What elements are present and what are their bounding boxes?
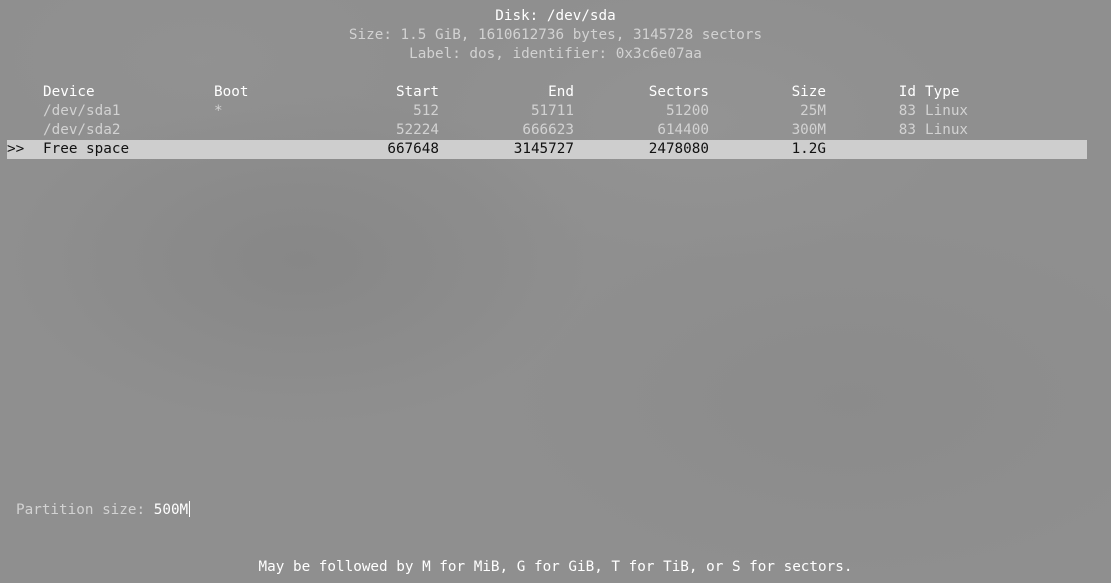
column-header-start: Start — [395, 84, 439, 100]
column-header-id: Id — [898, 84, 916, 100]
disk-label-info: Label: dos, identifier: 0x3c6e07aa — [409, 46, 702, 62]
partition-sectors: 51200 — [665, 103, 709, 119]
partition-device: Free space — [43, 141, 130, 157]
partition-id: 83 — [898, 103, 916, 119]
partition-type — [925, 140, 1045, 159]
partition-start: 52224 — [395, 122, 439, 138]
partition-table-header: Device Boot Start End Sectors Size Id Ty… — [0, 83, 1111, 102]
disk-size-info: Size: 1.5 GiB, 1610612736 bytes, 3145728… — [348, 27, 763, 43]
partition-end: 51711 — [530, 103, 574, 119]
partition-sectors: 614400 — [657, 122, 709, 138]
size-unit-hint: May be followed by M for MiB, G for GiB,… — [258, 559, 853, 575]
partition-id — [866, 140, 916, 159]
partition-size: 300M — [791, 122, 826, 138]
partition-end: 666623 — [522, 122, 574, 138]
partition-type: Linux — [925, 122, 969, 138]
partition-size: 1.2G — [791, 141, 826, 157]
disk-title: Disk: /dev/sda — [495, 8, 616, 24]
partition-row[interactable]: /dev/sda1 * 512 51711 51200 25M 83 Linux — [0, 102, 1111, 121]
partition-end: 3145727 — [513, 141, 574, 157]
partition-type: Linux — [925, 103, 969, 119]
free-space-row-selected[interactable]: >> Free space 667648 3145727 2478080 1.2… — [0, 140, 1111, 159]
partition-device: /dev/sda1 — [43, 103, 121, 119]
partition-boot-flag: * — [214, 103, 223, 119]
partition-boot-flag — [214, 140, 274, 159]
partition-boot-flag — [214, 121, 274, 140]
text-cursor — [189, 501, 191, 517]
partition-device: /dev/sda2 — [43, 122, 121, 138]
partition-size-prompt[interactable]: Partition size: 500M — [16, 501, 191, 520]
partition-start: 667648 — [387, 141, 439, 157]
column-header-sectors: Sectors — [648, 84, 709, 100]
column-header-type: Type — [925, 84, 960, 100]
partition-size: 25M — [800, 103, 826, 119]
partition-start: 512 — [413, 103, 439, 119]
column-header-end: End — [548, 84, 574, 100]
partition-size-label: Partition size: — [16, 502, 154, 518]
column-header-device: Device — [43, 84, 95, 100]
partition-size-input[interactable]: 500M — [154, 502, 188, 518]
partition-id: 83 — [898, 122, 916, 138]
column-header-size: Size — [791, 84, 826, 100]
column-header-boot: Boot — [214, 84, 249, 100]
selection-cursor: >> — [7, 141, 25, 157]
partition-sectors: 2478080 — [648, 141, 709, 157]
partition-row[interactable]: /dev/sda2 52224 666623 614400 300M 83 Li… — [0, 121, 1111, 140]
